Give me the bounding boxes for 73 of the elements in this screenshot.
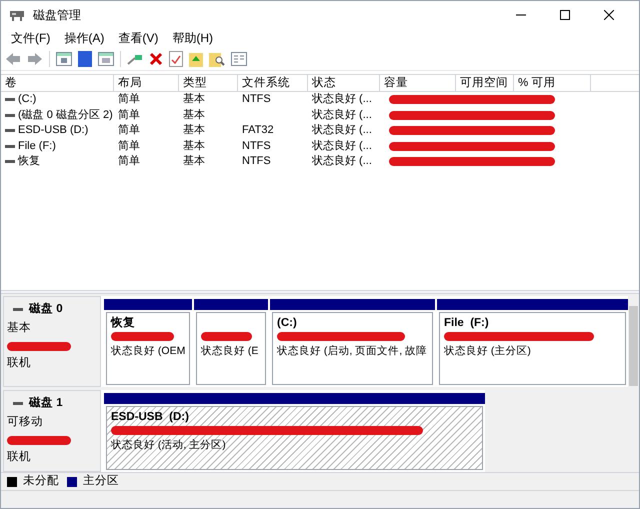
disk-status: 联机 — [7, 356, 32, 370]
column-header[interactable]: 文件系统 — [238, 75, 308, 91]
table-cell: 基本 — [183, 123, 205, 138]
partition-status: 状态良好 (启动, 页面文件, 故障 — [277, 344, 428, 359]
column-header[interactable]: % 可用 — [514, 75, 591, 91]
drive-icon — [5, 160, 15, 164]
table-cell: File (F:) — [18, 138, 56, 154]
table-cell: NTFS — [242, 154, 271, 170]
folder-up-icon[interactable] — [189, 50, 203, 66]
folder-search-icon[interactable] — [209, 50, 225, 66]
table-cell: 状态良好 (... — [312, 108, 372, 123]
checklist-icon[interactable] — [169, 50, 183, 66]
partition-status: 状态良好 (主分区) — [444, 344, 531, 359]
partition-status: 状态良好 (OEM — [111, 344, 186, 359]
table-cell: 基本 — [183, 92, 205, 108]
back-icon[interactable] — [5, 52, 21, 66]
partition-name: 恢复 — [111, 316, 136, 329]
table-cell: 状态良好 (... — [312, 123, 372, 138]
legend-label: 未分配 — [23, 474, 59, 489]
table-cell: 简单 — [118, 108, 140, 123]
menu-item[interactable]: 查看(V) — [112, 29, 164, 47]
table-cell: 简单 — [118, 92, 140, 108]
disk-name: 磁盘 1 — [29, 396, 63, 411]
disk-drive-icon — [9, 8, 25, 22]
column-header[interactable]: 类型 — [179, 75, 238, 91]
forward-icon[interactable] — [27, 52, 43, 66]
menu-item[interactable]: 操作(A) — [58, 29, 110, 47]
console-tree-icon[interactable] — [56, 52, 72, 66]
column-header[interactable]: 状态 — [308, 75, 380, 91]
window-title: 磁盘管理 — [33, 7, 81, 24]
table-cell: 状态良好 (... — [312, 92, 372, 108]
menu-item[interactable]: 文件(F) — [5, 29, 56, 47]
column-header[interactable]: 布局 — [114, 75, 179, 91]
disk-status: 联机 — [7, 450, 32, 464]
table-cell: ESD-USB (D:) — [18, 123, 88, 138]
legend-label: 主分区 — [83, 473, 119, 489]
table-cell: 简单 — [118, 123, 140, 138]
properties-icon[interactable] — [231, 52, 247, 66]
table-cell: 基本 — [183, 138, 205, 154]
table-cell: (磁盘 0 磁盘分区 2) — [18, 108, 113, 123]
disk-type: 可移动 — [7, 414, 44, 430]
column-header[interactable]: 可用空间 — [456, 75, 514, 91]
table-cell: 基本 — [183, 108, 205, 123]
drive-icon — [13, 308, 23, 312]
drive-icon — [5, 114, 15, 117]
partition-status: 状态良好 (活动, 主分区) — [111, 438, 226, 453]
maximize-icon[interactable] — [560, 10, 570, 20]
delete-icon[interactable] — [149, 52, 163, 66]
drive-icon — [5, 129, 15, 132]
table-cell: NTFS — [242, 92, 271, 108]
panel-icon[interactable] — [98, 52, 114, 66]
table-cell: 简单 — [118, 138, 140, 154]
drive-icon — [13, 402, 23, 406]
table-cell: FAT32 — [242, 123, 274, 138]
drive-icon — [5, 144, 15, 148]
column-header[interactable]: 容量 — [380, 75, 456, 91]
partition-name: File (F:) — [444, 316, 490, 329]
partition-status: 状态良好 (E — [201, 344, 258, 359]
menu-item[interactable]: 帮助(H) — [166, 29, 219, 47]
disk-type: 基本 — [7, 320, 32, 336]
table-cell: 简单 — [118, 154, 140, 170]
table-cell: 状态良好 (... — [312, 154, 372, 170]
partition-name: ESD-USB (D:) — [111, 410, 190, 423]
disk-name: 磁盘 0 — [29, 302, 63, 317]
table-cell: NTFS — [242, 138, 271, 154]
column-header[interactable]: 卷 — [1, 75, 114, 91]
table-cell: 状态良好 (... — [312, 138, 372, 154]
close-icon[interactable] — [604, 10, 614, 20]
drive-icon — [5, 98, 15, 102]
table-cell: (C:) — [18, 92, 36, 108]
table-cell: 恢复 — [18, 154, 40, 170]
partition-name: (C:) — [277, 316, 298, 329]
table-cell: 基本 — [183, 154, 205, 170]
